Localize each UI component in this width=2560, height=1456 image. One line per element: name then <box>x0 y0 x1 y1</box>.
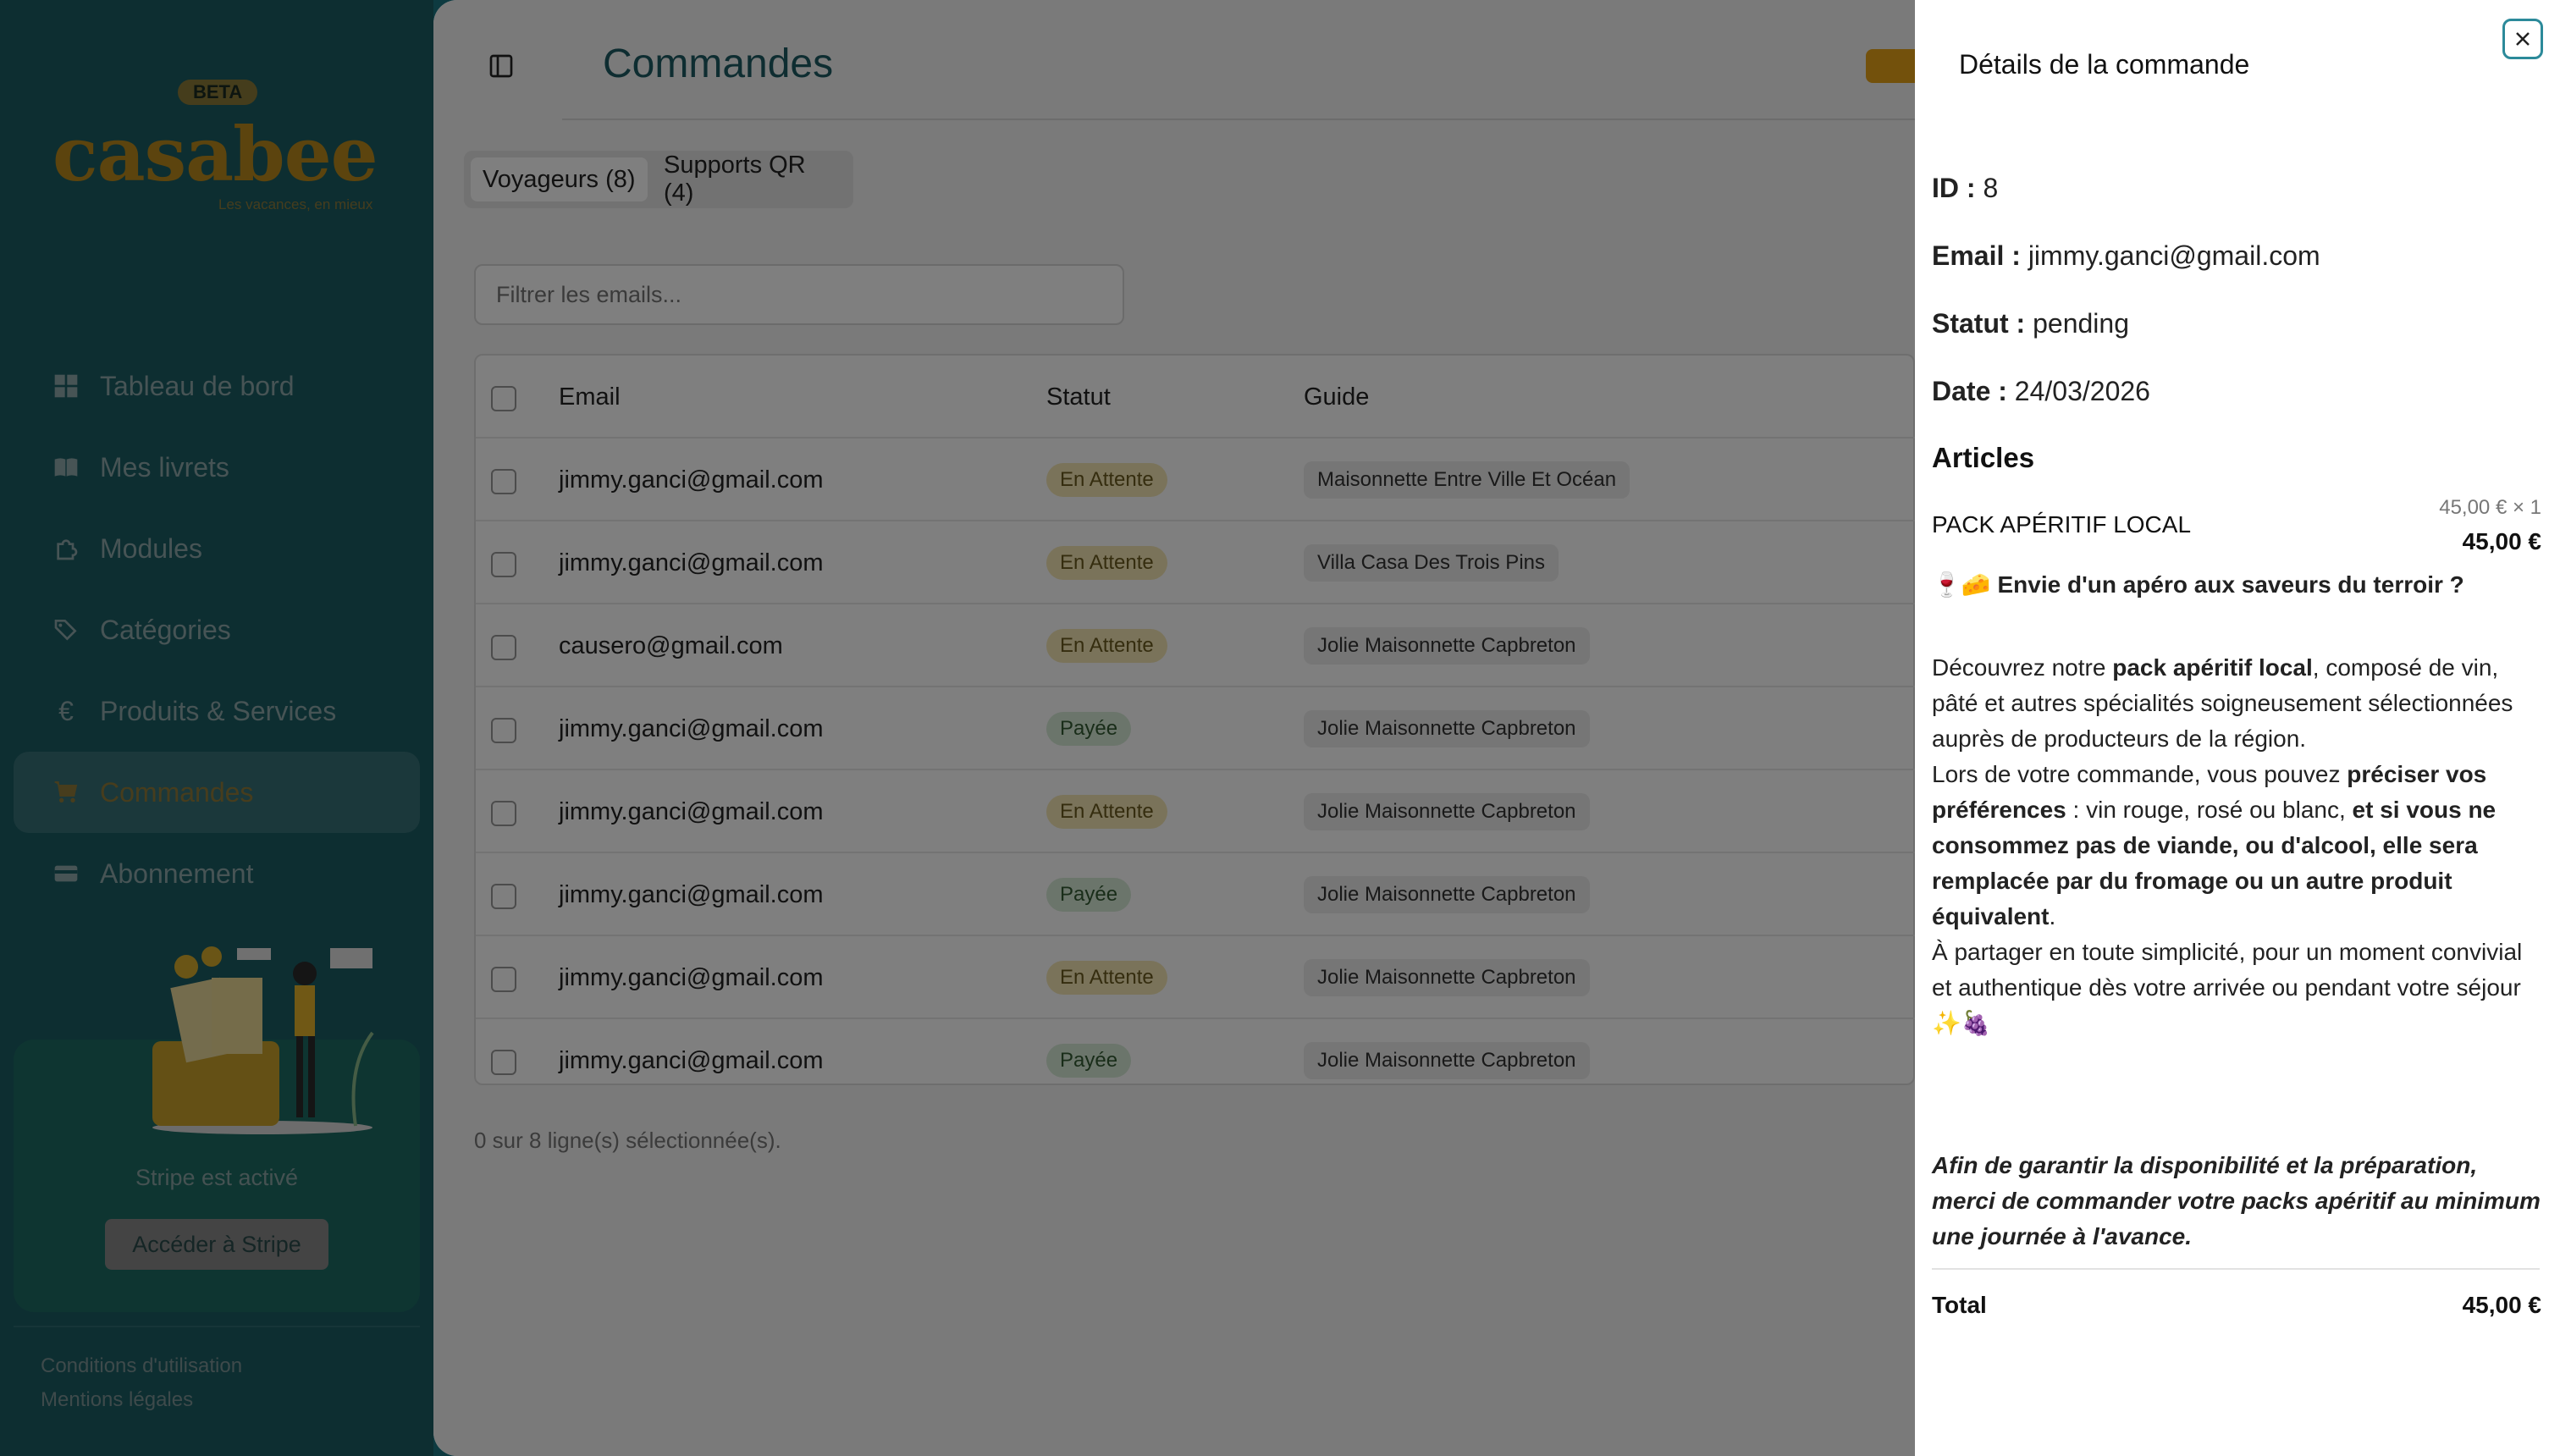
articles-heading: Articles <box>1932 442 2035 473</box>
article-name: PACK APÉRITIF LOCAL <box>1932 511 2192 538</box>
sidebar-overlay <box>0 0 433 1456</box>
total-value: 45,00 € <box>2462 1292 2541 1318</box>
total-divider <box>1932 1268 2540 1270</box>
details-title: Détails de la commande <box>1959 49 2250 80</box>
article-price: 45,00 € <box>2462 528 2541 554</box>
order-id-field: ID : 8 <box>1932 173 1999 203</box>
close-button[interactable] <box>2502 19 2543 59</box>
order-email-field: Email : jimmy.ganci@gmail.com <box>1932 240 2320 271</box>
article-note: Afin de garantir la disponibilité et la … <box>1932 1152 2541 1249</box>
close-icon <box>2516 32 2530 46</box>
modal-overlay[interactable] <box>433 0 1915 1456</box>
order-date-field: Date : 24/03/2026 <box>1932 376 2150 406</box>
article-unit-price: 45,00 € × 1 <box>2439 496 2541 519</box>
order-status-field: Statut : pending <box>1932 308 2129 339</box>
total-label: Total <box>1932 1292 1987 1318</box>
sidebar: BETA casabee Les vacances, en mieux Tabl… <box>0 0 433 1456</box>
article-headline: 🍷🧀 Envie d'un apéro aux saveurs du terro… <box>1932 571 2464 598</box>
article-description: Découvrez notre pack apéritif local, com… <box>1932 654 2523 1036</box>
